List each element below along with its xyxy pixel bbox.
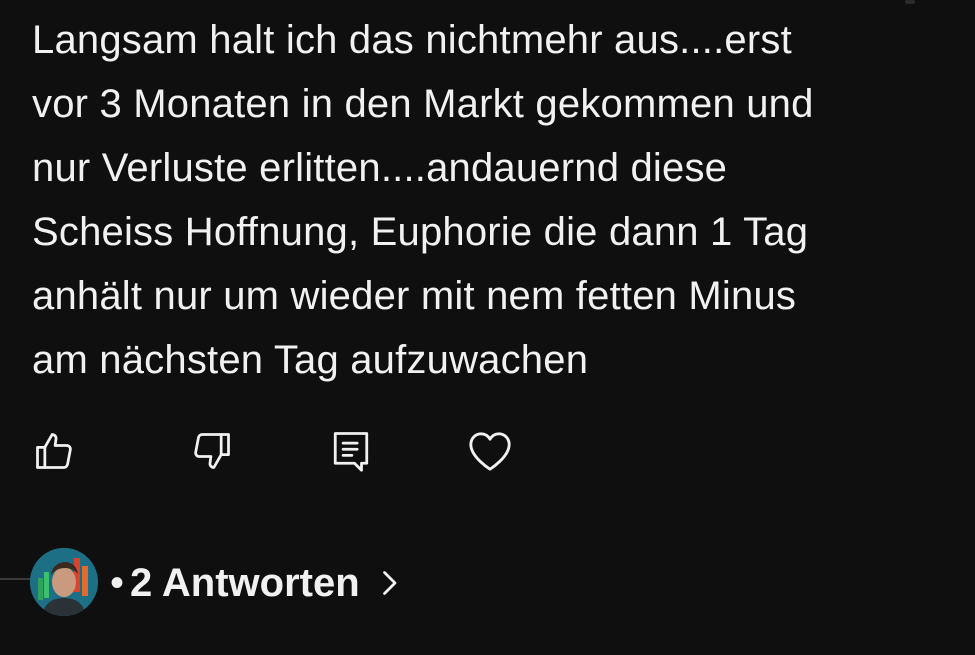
separator-dot: • [110,561,125,605]
thread-connector-line [0,578,32,580]
view-replies-link[interactable]: • 2 Antworten [110,559,398,607]
comment-text: Langsam halt ich das nichtmehr aus....er… [32,18,814,382]
reply-button[interactable] [327,424,375,478]
comment-action-bar [30,424,550,478]
reply-count-label: 2 Antworten [130,561,360,605]
like-button[interactable] [30,424,78,478]
dislike-button[interactable] [188,424,236,478]
thumbs-up-icon [32,429,76,473]
heart-button[interactable] [466,424,514,478]
top-edge-indicator [905,0,915,4]
comment-icon [330,428,372,474]
heart-icon [467,429,513,473]
thumbs-down-icon [190,429,234,473]
replies-section: • 2 Antworten [0,545,600,625]
chevron-right-icon [380,568,398,598]
avatar [30,548,98,616]
